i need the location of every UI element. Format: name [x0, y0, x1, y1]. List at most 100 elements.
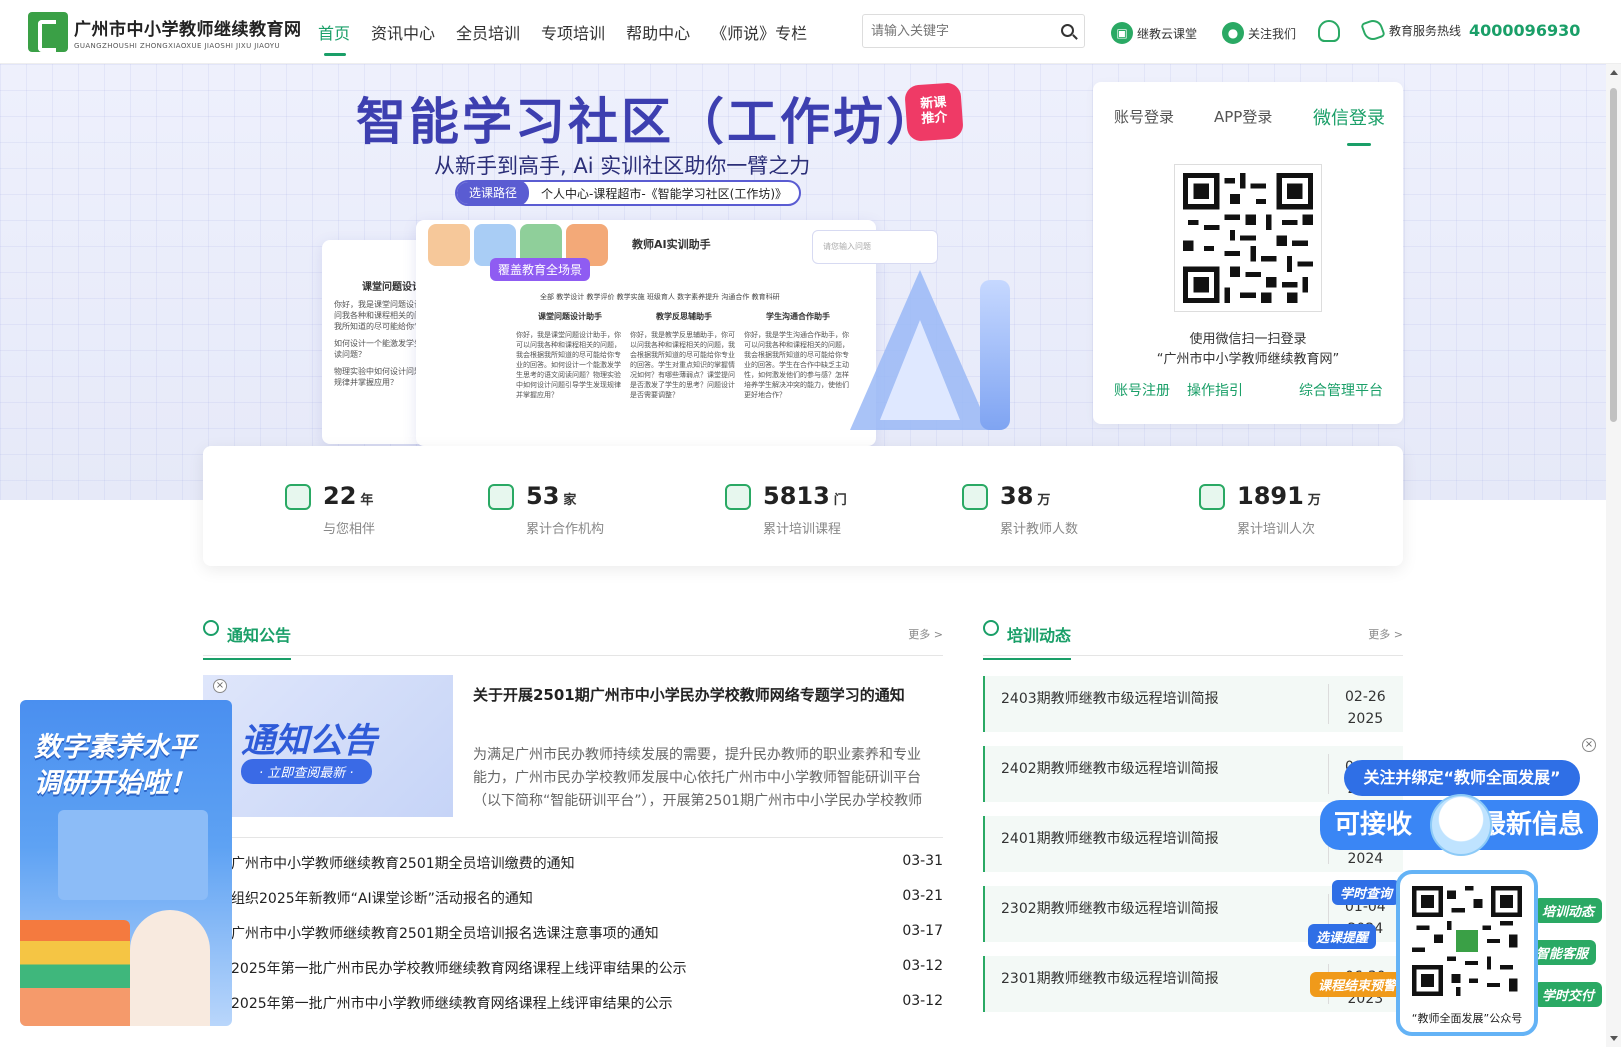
notice-section-title: 通知公告 — [203, 622, 292, 660]
nav-special-training[interactable]: 专项培训 — [541, 20, 605, 44]
teacher-illustration-icon — [130, 910, 210, 1026]
nav-shishuo-column[interactable]: 《师说》专栏 — [711, 20, 807, 44]
wechat-follow-ad[interactable]: 关注并绑定“教师全面发展” 可接收 最新信息 学时查询 培训动态 选课提醒 智能… — [1308, 738, 1606, 1038]
main-nav: 首页 资讯中心 全员培训 专项培训 帮助中心 《师说》专栏 — [318, 20, 828, 56]
training-item-date: 02-26 — [1345, 689, 1386, 705]
course-path-label: 选课路径 — [457, 182, 530, 204]
stat-unit: 家 — [563, 493, 577, 508]
admin-platform-link[interactable]: 综合管理平台 — [1299, 380, 1383, 400]
ad-left-title: 数字素养水平 调研开始啦！ — [34, 730, 196, 802]
mock-col: 学生沟通合作助手 你好，我是学生沟通合作助手，你可以问我各种和课程相关的问题，我… — [744, 312, 852, 400]
notice-item-date: 03-12 — [902, 958, 943, 974]
phone-icon — [1360, 17, 1386, 43]
register-link[interactable]: 账号注册 — [1114, 380, 1170, 400]
scroll-down-icon[interactable] — [1610, 1036, 1618, 1041]
notice-item-title: 广州市中小学教师继续教育2501期全员培训报名选课注意事项的通知 — [231, 926, 659, 942]
notice-item-date: 03-12 — [902, 993, 943, 1009]
notice-list-item[interactable]: 2025年第一批广州市民办学校教师继续教育网络课程上线评审结果的公示 03-12 — [203, 958, 943, 982]
mock-col-title: 教学反思辅助手 — [656, 312, 712, 321]
operation-guide-link[interactable]: 操作指引 — [1187, 380, 1243, 400]
mock-col-title: 课堂问题设计助手 — [538, 312, 602, 321]
search-input[interactable] — [863, 15, 1048, 47]
stat-unit: 门 — [833, 493, 847, 508]
qr-code-icon — [1412, 886, 1522, 996]
close-icon[interactable]: × — [1582, 738, 1596, 752]
notice-list-item[interactable]: 组织2025年新教师“AI课堂诊断”活动报名的通知 03-21 — [203, 888, 943, 912]
hotline-label: 教育服务热线 — [1389, 23, 1462, 38]
stat-unit: 万 — [1037, 493, 1051, 508]
hotline-number: 4000096930 — [1469, 20, 1581, 40]
course-path-text: 个人中心-课程超市-《智能学习社区(工作坊)》 — [541, 186, 788, 201]
hotline: 教育服务热线 4000096930 — [1360, 17, 1581, 43]
stat-value: 38 — [1000, 482, 1034, 510]
digital-literacy-survey-ad[interactable]: 数字素养水平 调研开始啦！ — [20, 700, 232, 1026]
nav-news[interactable]: 资讯中心 — [371, 20, 435, 44]
notice-item-title: 2025年第一批广州市民办学校教师继续教育网络课程上线评审结果的公示 — [231, 961, 687, 977]
notice-item-title: 广州市中小学教师继续教育2501期全员培训缴费的通知 — [231, 856, 575, 872]
wechat-login-site-name: “广州市中小学教师继续教育网” — [1156, 352, 1340, 367]
notice-divider — [203, 837, 943, 838]
training-item-year: 2025 — [1347, 711, 1384, 727]
logo-title: 广州市中小学教师继续教育网 — [74, 19, 302, 40]
headset-icon[interactable] — [1318, 20, 1340, 42]
user-icon — [962, 484, 988, 510]
training-list-item[interactable]: 2403期教师继教市级远程培训简报 02-26 2025 — [983, 676, 1403, 732]
follow-us-label: 关注我们 — [1248, 26, 1297, 41]
mock-col-text: 你好，我是教学反思辅助手，你可以问我各种和课程相关的问题，我会根据我所知道的尽可… — [630, 331, 735, 399]
mock-question-input: 请您输入问题 — [812, 230, 938, 264]
site-logo[interactable]: 广州市中小学教师继续教育网 GUANGZHOUSHI ZHONGXIAOXUE … — [28, 12, 302, 52]
notice-item-date: 03-21 — [902, 888, 943, 904]
login-card: 账号登录 APP登录 微信登录 使用微信扫一扫登录 “广州市中小学教师继续教育网… — [1093, 82, 1403, 424]
nav-help[interactable]: 帮助中心 — [626, 20, 690, 44]
training-item-title: 2402期教师继教市级远程培训简报 — [1001, 761, 1219, 777]
training-item-title: 2301期教师继教市级远程培训简报 — [1001, 971, 1219, 987]
scroll-thumb[interactable] — [1610, 88, 1617, 422]
ad-tag: 培训动态 — [1534, 898, 1603, 923]
tab-wechat-login[interactable]: 微信登录 — [1313, 104, 1385, 146]
cloud-class-label: 继教云课堂 — [1137, 26, 1198, 41]
mock-main-title: 教师AI实训助手 — [632, 238, 711, 251]
cover-scene-tag: 覆盖教育全场景 — [490, 258, 591, 281]
notice-list-item[interactable]: 广州市中小学教师继续教育2501期全员培训报名选课注意事项的通知 03-17 — [203, 923, 943, 947]
notice-list-item[interactable]: 广州市中小学教师继续教育2501期全员培训缴费的通知 03-31 — [203, 853, 943, 877]
ad-left-title-line2: 调研开始啦！ — [34, 768, 196, 799]
notice-feature-image[interactable]: 通知公告 · 立即查阅最新 · — [203, 675, 453, 817]
training-more-link[interactable]: 更多 > — [1368, 626, 1403, 642]
ad-right-qr-box: “教师全面发展”公众号 — [1396, 870, 1538, 1036]
ad-right-headline-left: 可接收 — [1334, 810, 1413, 840]
notice-image-title: 通知公告 — [241, 721, 377, 761]
nav-all-training[interactable]: 全员培训 — [456, 20, 520, 44]
notice-section-header: 通知公告 更多 > — [203, 618, 943, 660]
notice-item-date: 03-17 — [902, 923, 943, 939]
notice-feature-title[interactable]: 关于开展2501期广州市中小学民办学校教师网络专题学习的通知 — [473, 684, 913, 706]
tab-app-login[interactable]: APP登录 — [1214, 106, 1272, 127]
close-icon[interactable]: × — [213, 679, 227, 693]
notice-item-title: 组织2025年新教师“AI课堂诊断”活动报名的通知 — [231, 891, 533, 907]
search-box — [862, 14, 1085, 48]
scroll-up-icon[interactable] — [1610, 70, 1618, 75]
training-item-title: 2403期教师继教市级远程培训简报 — [1001, 691, 1219, 707]
notice-item-title: 2025年第一批广州市中小学教师继续教育网络课程上线评审结果的公示 — [231, 996, 673, 1012]
notice-more-link[interactable]: 更多 > — [908, 626, 943, 642]
ai-3d-logo-icon — [840, 260, 1030, 438]
notice-list-item[interactable]: 2025年第一批广州市中小学教师继续教育网络课程上线评审结果的公示 03-12 — [203, 993, 943, 1017]
trend-up-icon — [1199, 484, 1225, 510]
stat-label: 累计培训人次 — [1237, 522, 1316, 537]
tab-account-login[interactable]: 账号登录 — [1114, 106, 1174, 127]
search-icon[interactable] — [1061, 24, 1074, 37]
mock-col-title: 学生沟通合作助手 — [766, 312, 830, 321]
stat-label: 累计教师人数 — [1000, 522, 1079, 537]
page-scrollbar[interactable] — [1606, 64, 1621, 1047]
wechat-login-qr — [1174, 164, 1322, 312]
follow-us-link[interactable]: ● 关注我们 — [1222, 22, 1296, 44]
mascot-icon — [1430, 794, 1492, 856]
stat-label: 与您相伴 — [323, 522, 376, 537]
ad-tag: 选课提醒 — [1308, 924, 1377, 949]
nav-home[interactable]: 首页 — [318, 20, 350, 56]
banner-title: 智能学习社区（工作坊） — [356, 93, 939, 151]
cloud-class-link[interactable]: ▣ 继教云课堂 — [1111, 22, 1197, 44]
stats-panel: 22 年 与您相伴 53 家 累计合作机构 5813 门 累计培训课程 38 万 累计教… — [203, 446, 1403, 566]
training-item-title: 2302期教师继教市级远程培训简报 — [1001, 901, 1219, 917]
stat-label: 累计合作机构 — [526, 522, 605, 537]
notice-item-date: 03-31 — [902, 853, 943, 869]
